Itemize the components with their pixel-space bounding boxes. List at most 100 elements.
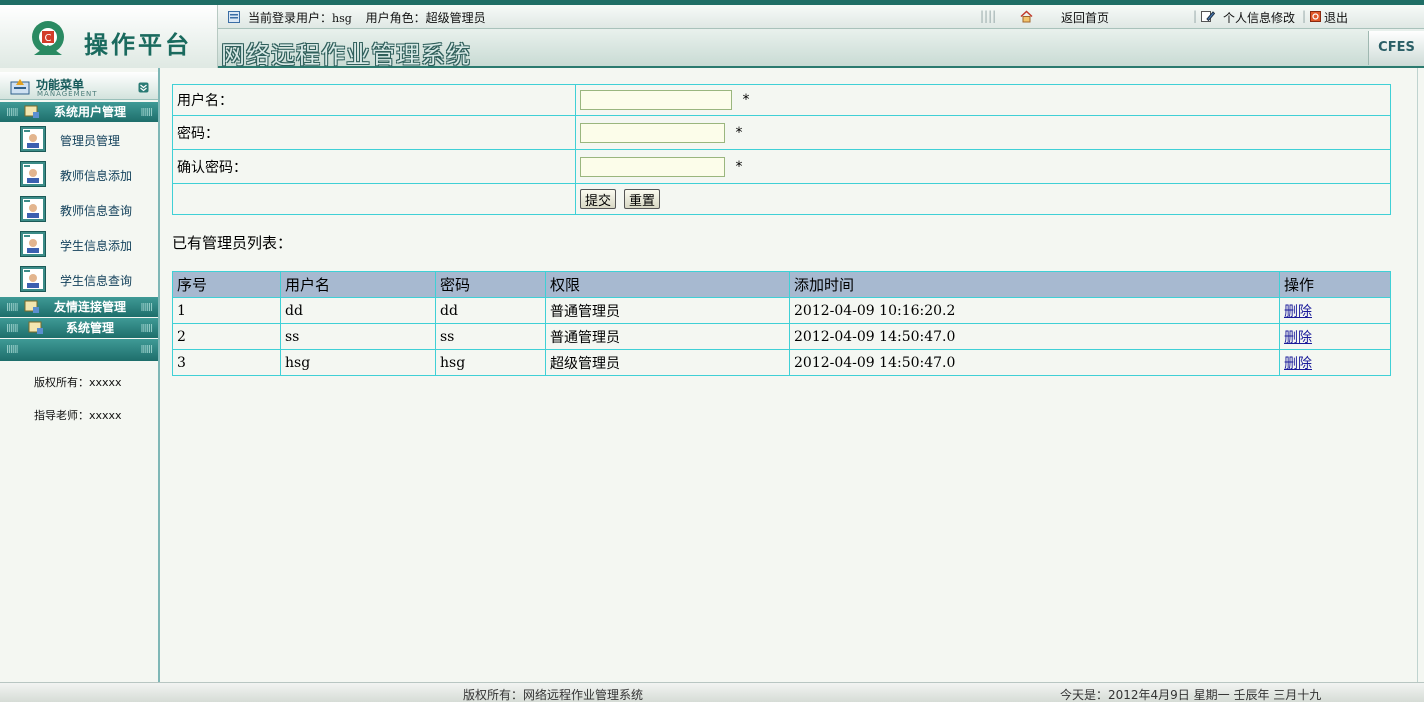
cell-username: dd <box>280 297 436 324</box>
confirm-password-cell: * <box>575 149 1391 184</box>
menu-icon <box>10 79 30 95</box>
column-header: 添加时间 <box>789 271 1280 298</box>
separator: | <box>1302 9 1307 23</box>
submit-button[interactable]: 提交 <box>580 189 617 209</box>
delete-link[interactable]: 删除 <box>1284 304 1312 320</box>
sidebar-copyright: 版权所有：xxxxx <box>34 376 122 389</box>
section-dots: |||||| <box>140 107 152 116</box>
user-profile-icon <box>20 126 46 152</box>
cell-time: 2012-04-09 14:50:47.0 <box>789 349 1280 376</box>
footer-bar: 版权所有：网络远程作业管理系统 今天是：2012年4月9日 星期一 壬辰年 三月… <box>0 682 1424 702</box>
cell-no: 2 <box>172 323 281 350</box>
profile-link[interactable]: 个人信息修改 <box>1223 9 1295 26</box>
main-content: 用户名： * 密码： * 确认密码： * 提交 重置 已有管理员列表： 序号 用… <box>162 68 1418 682</box>
brand-logo-icon: C <box>32 21 64 55</box>
reset-button[interactable]: 重置 <box>624 189 661 209</box>
delete-link[interactable]: 删除 <box>1284 330 1312 346</box>
separator-dots: |||| <box>980 9 997 23</box>
section-dots: |||||| <box>140 302 152 311</box>
cell-no: 3 <box>172 349 281 376</box>
system-title: 网络远程作业管理系统 <box>221 41 471 69</box>
username-cell: * <box>575 84 1391 116</box>
user-card-icon <box>228 11 240 23</box>
sidebar: 功能菜单 MANAGEMENT |||||| 系统用户管理 |||||| 管理员… <box>0 68 160 682</box>
cell-password: ss <box>435 323 546 350</box>
section-label: 系统用户管理 <box>53 105 126 119</box>
cell-password: dd <box>435 297 546 324</box>
admin-list-title: 已有管理员列表： <box>172 234 293 252</box>
password-input[interactable] <box>580 122 725 143</box>
section-friend-links[interactable]: |||||| 友情连接管理 |||||| <box>0 297 158 317</box>
home-icon[interactable] <box>1020 10 1033 23</box>
cell-role: 普通管理员 <box>545 297 790 324</box>
section-icon <box>28 321 43 334</box>
logout-link[interactable]: 退出 <box>1324 9 1348 26</box>
cell-username: hsg <box>280 349 436 376</box>
section-label: 友情连接管理 <box>53 300 126 314</box>
sidebar-item-admin-management[interactable]: 管理员管理 <box>20 124 158 154</box>
confirm-password-input[interactable] <box>580 156 725 177</box>
role-value: 超级管理员 <box>425 11 486 25</box>
admin-list-table: 序号 用户名 密码 权限 添加时间 操作 1 dd dd 普通管理员 2012-… <box>172 271 1391 376</box>
section-system-management[interactable]: |||||| 系统管理 |||||| <box>0 318 158 338</box>
sidebar-item-label: 教师信息添加 <box>60 169 133 183</box>
section-dots: |||||| <box>6 344 18 353</box>
empty-cell <box>172 183 576 215</box>
password-cell: * <box>575 115 1391 150</box>
section-dots: |||||| <box>6 302 18 311</box>
required-mark: * <box>735 124 743 141</box>
cell-no: 1 <box>172 297 281 324</box>
cell-role: 超级管理员 <box>545 349 790 376</box>
column-header: 序号 <box>172 271 281 298</box>
current-user-info: 当前登录用户：hsg 用户角色：超级管理员 <box>248 9 486 26</box>
username-input[interactable] <box>580 90 732 110</box>
sidebar-item-teacher-add[interactable]: 教师信息添加 <box>20 159 158 189</box>
table-row: 2 ss ss 普通管理员 2012-04-09 14:50:47.0 删除 <box>172 323 1391 350</box>
section-dots: |||||| <box>6 107 18 116</box>
sidebar-item-teacher-query[interactable]: 教师信息查询 <box>20 194 158 224</box>
delete-link[interactable]: 删除 <box>1284 356 1312 372</box>
column-header: 密码 <box>435 271 546 298</box>
cell-role: 普通管理员 <box>545 323 790 350</box>
role-label: 用户角色： <box>365 11 426 25</box>
user-profile-icon <box>20 161 46 187</box>
footer-copyright: 版权所有：网络远程作业管理系统 <box>463 688 644 702</box>
table-row: 1 dd dd 普通管理员 2012-04-09 10:16:20.2 删除 <box>172 297 1391 324</box>
sidebar-item-student-query[interactable]: 学生信息查询 <box>20 264 158 294</box>
section-dots: |||||| <box>140 344 152 353</box>
cell-username: ss <box>280 323 436 350</box>
home-link[interactable]: 返回首页 <box>1061 9 1109 26</box>
title-bar: 网络远程作业管理系统 CFES <box>218 29 1424 69</box>
logout-icon[interactable] <box>1310 11 1321 22</box>
sidebar-item-label: 管理员管理 <box>60 134 121 148</box>
cell-action: 删除 <box>1279 297 1391 324</box>
top-header: C 操作平台 当前登录用户：hsg 用户角色：超级管理员 |||| 返回首页 |… <box>0 0 1424 69</box>
collapse-chevron-icon[interactable] <box>138 82 149 93</box>
column-header: 用户名 <box>280 271 436 298</box>
section-dots: |||||| <box>140 323 152 332</box>
edit-profile-icon[interactable] <box>1201 10 1215 23</box>
logo-area: C 操作平台 <box>0 5 218 68</box>
separator: | <box>1193 9 1198 23</box>
corner-badge: CFES <box>1368 31 1424 65</box>
current-user-label: 当前登录用户： <box>248 11 333 25</box>
section-system-users[interactable]: |||||| 系统用户管理 |||||| <box>0 102 158 122</box>
menu-subtitle: MANAGEMENT <box>37 90 98 98</box>
info-bar: 当前登录用户：hsg 用户角色：超级管理员 |||| 返回首页 | 个人信息修改… <box>218 5 1424 29</box>
section-footer-bar: |||||| |||||| <box>0 339 158 361</box>
add-admin-form: 用户名： * 密码： * 确认密码： * 提交 重置 <box>172 84 1391 215</box>
sidebar-item-label: 学生信息添加 <box>60 239 133 253</box>
required-mark: * <box>742 92 750 108</box>
sidebar-item-label: 教师信息查询 <box>60 204 133 218</box>
user-profile-icon <box>20 231 46 257</box>
user-profile-icon <box>20 196 46 222</box>
svg-text:C: C <box>45 33 52 44</box>
sidebar-item-student-add[interactable]: 学生信息添加 <box>20 229 158 259</box>
cell-time: 2012-04-09 10:16:20.2 <box>789 297 1280 324</box>
button-cell: 提交 重置 <box>575 183 1391 215</box>
section-icon <box>24 105 39 118</box>
current-user-value: hsg <box>332 12 352 25</box>
password-label: 密码： <box>172 115 576 150</box>
brand-name: 操作平台 <box>84 30 192 59</box>
cell-action: 删除 <box>1279 323 1391 350</box>
